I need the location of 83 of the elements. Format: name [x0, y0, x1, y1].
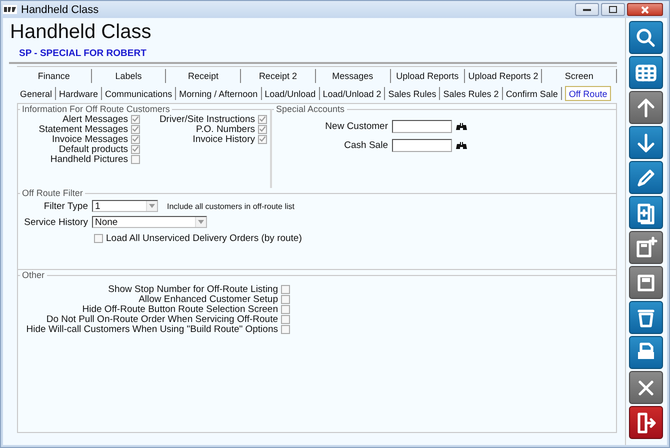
checkbox-label: Hide Off-Route Button Route Selection Screen: [82, 304, 278, 314]
exit-door-button[interactable]: [629, 406, 663, 439]
field-label: New Customer: [324, 121, 389, 132]
tab[interactable]: Screen: [542, 69, 617, 83]
tab[interactable]: Confirm Sale: [502, 87, 562, 100]
checkbox-label: Invoice History: [192, 134, 255, 144]
group-title: Information For Off Route Customers: [22, 104, 170, 114]
checkbox-label: Alert Messages: [62, 114, 128, 124]
group-title: Off Route Filter: [22, 188, 83, 198]
floppy-plus-icon: [634, 236, 658, 260]
checkbox-label: Default products: [58, 144, 128, 154]
checkbox[interactable]: [131, 124, 140, 134]
search-icon: [634, 26, 658, 50]
maximize-icon: [609, 6, 617, 13]
page-heading: Handheld Class: [9, 20, 152, 43]
tab[interactable]: Messages: [316, 69, 391, 83]
checkbox-label: Hide Will-call Customers When Using "Build Route" Options: [26, 324, 278, 334]
minimize-icon: [583, 8, 591, 11]
tab[interactable]: Communications: [102, 87, 176, 100]
pencil-button[interactable]: [629, 161, 663, 194]
dropdown-arrow-icon: [149, 204, 155, 208]
tab[interactable]: Off Route: [564, 86, 612, 101]
checkbox-label: Statement Messages: [38, 124, 128, 134]
down-arrow-button[interactable]: [629, 126, 663, 159]
checkbox[interactable]: [281, 294, 290, 304]
checkbox[interactable]: [258, 114, 267, 124]
tab[interactable]: Load/Unload 2: [320, 87, 386, 100]
tab[interactable]: Receipt 2: [241, 69, 316, 83]
checkbox[interactable]: [281, 314, 290, 324]
field-label: Filter Type: [42, 200, 89, 212]
search-button[interactable]: [629, 21, 663, 54]
checkbox[interactable]: [131, 154, 140, 164]
new-document-button[interactable]: [629, 196, 663, 229]
checkbox-label: Allow Enhanced Customer Setup: [138, 294, 278, 304]
checkbox-label: Load All Unserviced Delivery Orders (by route): [106, 232, 302, 244]
tab[interactable]: Hardware: [56, 87, 102, 100]
group-title: Special Accounts: [276, 104, 345, 114]
input-field[interactable]: [392, 139, 452, 152]
tab[interactable]: Morning / Afternoon: [176, 87, 262, 100]
trash-button[interactable]: [629, 301, 663, 334]
checkbox-label: Show Stop Number for Off-Route Listing: [108, 284, 278, 294]
dropdown[interactable]: 1: [92, 200, 158, 212]
binoculars-icon[interactable]: [456, 141, 467, 150]
checkbox-label: Handheld Pictures: [50, 154, 128, 164]
dropdown-arrow-icon: [198, 220, 204, 224]
tab[interactable]: Sales Rules: [385, 87, 440, 100]
checkbox[interactable]: [258, 134, 267, 144]
app-icon: [3, 5, 17, 14]
tab[interactable]: Sales Rules 2: [440, 87, 503, 100]
group-title: Other: [22, 270, 45, 280]
grid-button[interactable]: [629, 56, 663, 89]
tab[interactable]: Receipt: [166, 69, 242, 83]
close-button[interactable]: [627, 3, 663, 16]
tab[interactable]: General: [17, 87, 56, 100]
maximize-button[interactable]: [601, 3, 625, 16]
dropdown[interactable]: None: [92, 216, 207, 228]
checkbox[interactable]: [281, 324, 290, 334]
checkbox[interactable]: [131, 144, 140, 154]
checkbox[interactable]: [131, 114, 140, 124]
checkbox-label: Driver/Site Instructions: [159, 114, 255, 124]
input-field[interactable]: [392, 120, 452, 133]
checkbox-label: P.O. Numbers: [196, 124, 255, 134]
close-icon: [641, 6, 649, 14]
checkbox[interactable]: [94, 234, 103, 242]
checkbox[interactable]: [131, 134, 140, 144]
tab[interactable]: Upload Reports 2: [465, 69, 542, 83]
checkbox-label: Do Not Pull On-Route Order When Servicing Off-Route: [46, 314, 278, 324]
tab[interactable]: Labels: [92, 69, 166, 83]
checkbox[interactable]: [281, 284, 290, 294]
minimize-button[interactable]: [575, 3, 599, 16]
record-title: SP - SPECIAL FOR ROBERT: [19, 48, 146, 59]
window-title: Handheld Class: [21, 4, 100, 16]
tab[interactable]: Load/Unload: [262, 87, 320, 100]
tab[interactable]: Finance: [17, 69, 92, 83]
printer-button[interactable]: [629, 336, 663, 369]
checkbox-label: Invoice Messages: [52, 134, 128, 144]
binoculars-icon[interactable]: [456, 122, 467, 131]
field-label: Service History: [23, 216, 89, 228]
checkbox[interactable]: [281, 304, 290, 314]
hint-text: Include all customers in off-route list: [167, 202, 294, 210]
checkbox[interactable]: [258, 124, 267, 134]
field-label: Cash Sale: [343, 140, 389, 151]
tab[interactable]: Upload Reports: [390, 69, 466, 83]
